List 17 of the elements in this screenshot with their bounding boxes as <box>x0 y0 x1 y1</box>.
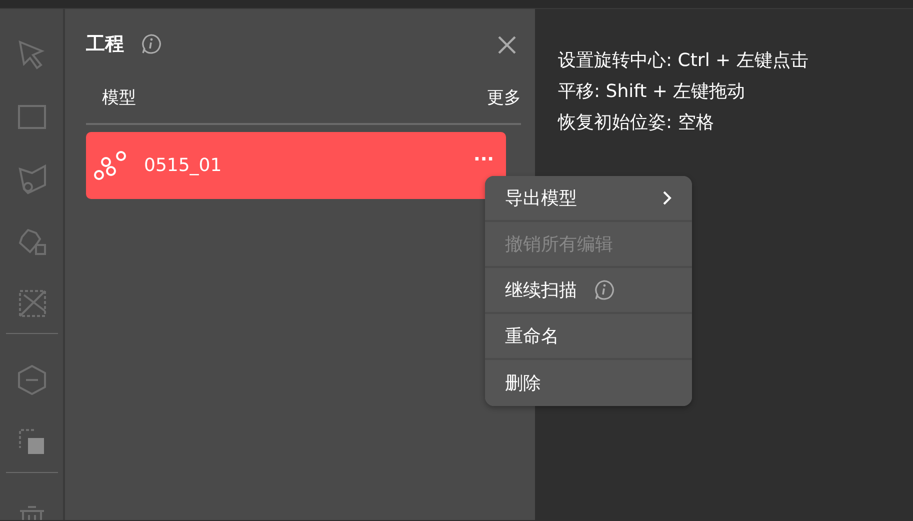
tab-label[interactable]: 模型 <box>102 86 136 112</box>
hexagon-icon[interactable] <box>16 364 48 396</box>
model-icon <box>94 150 128 180</box>
more-link[interactable]: 更多 <box>487 86 521 112</box>
info-icon[interactable] <box>140 33 162 55</box>
info-icon[interactable] <box>593 279 615 301</box>
menu-item[interactable]: 重命名 <box>485 314 692 360</box>
model-name: 0515_01 <box>144 154 222 178</box>
shortcut-hint: 平移: Shift + 左键拖动 <box>558 80 746 104</box>
shortcut-hint: 设置旋转中心: Ctrl + 左键点击 <box>558 49 810 73</box>
menu-item[interactable]: 导出模型 <box>485 176 692 222</box>
chevron-right-icon <box>662 190 672 206</box>
lasso-icon[interactable] <box>16 163 48 195</box>
panel-title: 工程 <box>86 32 124 57</box>
shortcut-hint: 恢复初始位姿: 空格 <box>558 111 715 135</box>
menu-item[interactable]: 删除 <box>485 360 692 406</box>
menu-item[interactable]: 继续扫描 <box>485 268 692 314</box>
